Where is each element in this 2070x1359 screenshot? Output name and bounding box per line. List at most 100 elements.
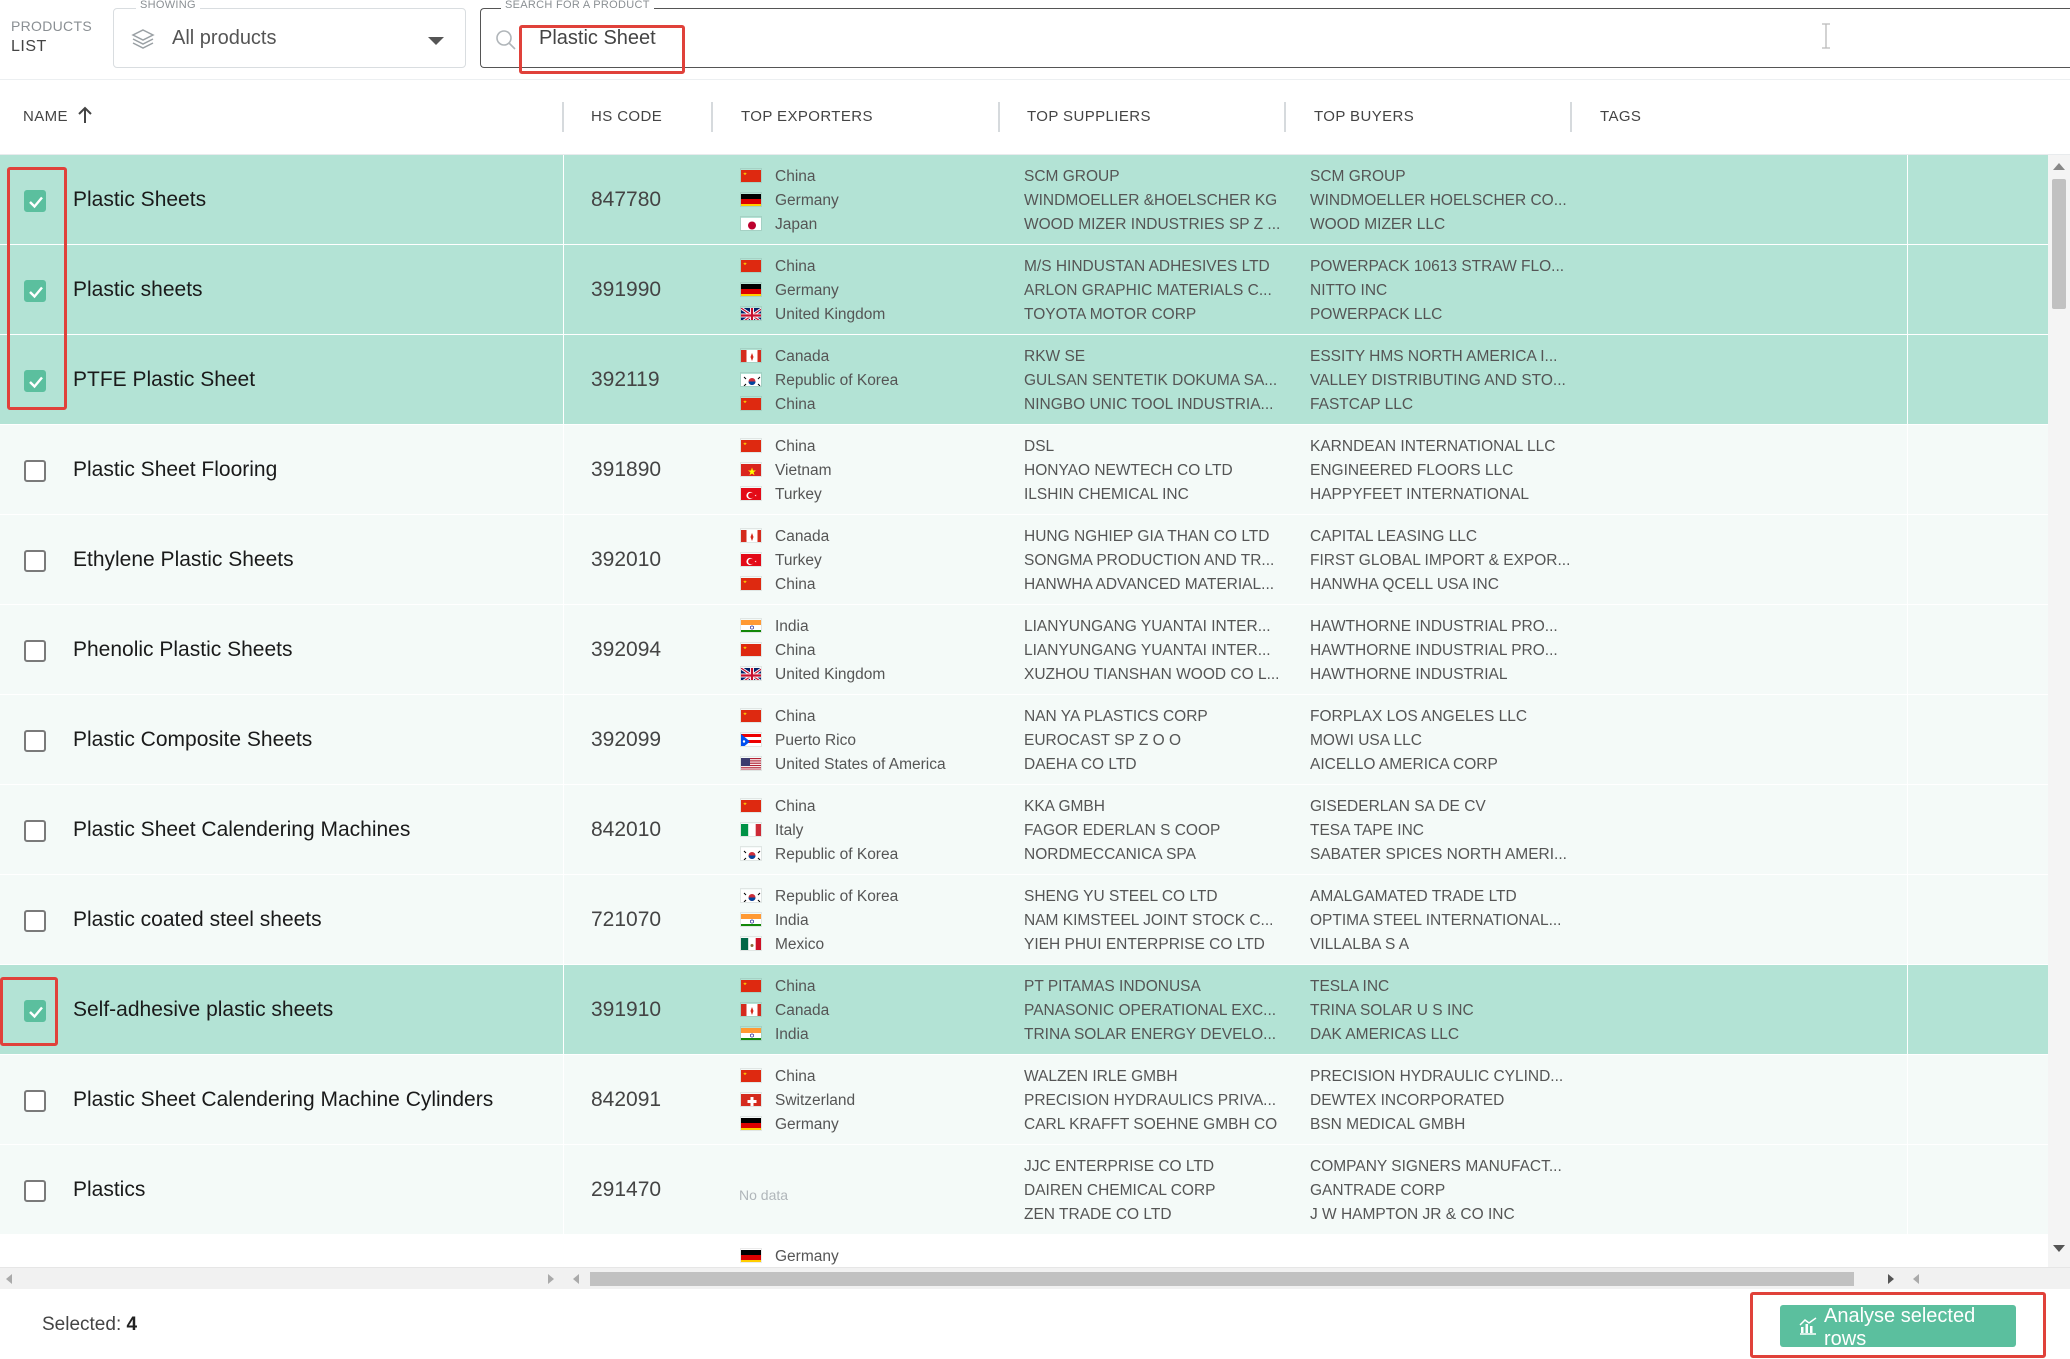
column-header-top-exporters[interactable]: TOP EXPORTERS (741, 108, 873, 125)
buyer-item[interactable]: FIRST GLOBAL IMPORT & EXPOR... (1288, 549, 1570, 573)
exporter-item[interactable]: United Kingdom (714, 663, 885, 687)
supplier-item[interactable]: TRINA SOLAR ENERGY DEVELO... (1002, 1023, 1276, 1047)
row-checkbox[interactable] (24, 1180, 46, 1202)
buyer-item[interactable]: HAWTHORNE INDUSTRIAL PRO... (1288, 639, 1558, 663)
buyer-item[interactable]: TESA TAPE INC (1288, 819, 1567, 843)
supplier-item[interactable]: SCM GROUP (1002, 165, 1280, 189)
buyer-item[interactable]: BSN MEDICAL GMBH (1288, 1113, 1563, 1137)
column-separator[interactable] (562, 102, 564, 132)
supplier-item[interactable]: NAN YA PLASTICS CORP (1002, 705, 1208, 729)
product-name[interactable]: PTFE Plastic Sheet (73, 368, 255, 392)
buyer-item[interactable]: HAPPYFEET INTERNATIONAL (1288, 483, 1555, 507)
scroll-left-icon[interactable] (6, 1274, 12, 1284)
showing-select[interactable]: SHOWING All products (113, 0, 466, 68)
analyse-selected-rows-button[interactable]: Analyse selected rows (1780, 1305, 2016, 1350)
exporter-item[interactable]: Germany (714, 1113, 855, 1137)
exporter-item[interactable]: China (714, 639, 885, 663)
table-row[interactable]: Plastic Sheet Calendering Machine Cylind… (0, 1055, 2048, 1145)
exporter-item[interactable]: Mexico (714, 933, 898, 957)
supplier-item[interactable]: NAM KIMSTEEL JOINT STOCK C... (1002, 909, 1273, 933)
exporter-item[interactable]: Switzerland (714, 1089, 855, 1113)
vertical-scrollbar[interactable] (2048, 155, 2070, 1267)
scroll-up-icon[interactable] (2053, 163, 2065, 170)
table-row[interactable]: Plastic Sheets 847780 China Germany Japan SCM… (0, 155, 2048, 245)
buyer-item[interactable]: DEWTEX INCORPORATED (1288, 1089, 1563, 1113)
supplier-item[interactable]: HANWHA ADVANCED MATERIAL... (1002, 573, 1274, 597)
supplier-item[interactable]: M/S HINDUSTAN ADHESIVES LTD (1002, 255, 1272, 279)
horizontal-scroll-thumb[interactable] (590, 1272, 1854, 1286)
exporter-item[interactable]: Italy (714, 819, 898, 843)
table-row[interactable]: Plastic Sheet Calendering Machines 842010… (0, 785, 2048, 875)
supplier-item[interactable]: YIEH PHUI ENTERPRISE CO LTD (1002, 933, 1273, 957)
column-separator[interactable] (998, 102, 1000, 132)
exporter-item[interactable]: Canada (714, 525, 829, 549)
buyer-item[interactable]: PRECISION HYDRAULIC CYLIND... (1288, 1065, 1563, 1089)
exporter-item[interactable]: Germany (714, 1245, 839, 1267)
supplier-item[interactable]: LIANYUNGANG YUANTAI INTER... (1002, 615, 1280, 639)
row-checkbox[interactable] (24, 550, 46, 572)
table-row[interactable]: Plastics 291470 No data JJC ENTERPRISE CO L… (0, 1145, 2048, 1235)
horizontal-scrollbar[interactable] (0, 1267, 2070, 1289)
product-name[interactable]: Plastic Sheet Calendering Machines (73, 818, 410, 842)
supplier-item[interactable]: ILSHIN CHEMICAL INC (1002, 483, 1233, 507)
buyer-item[interactable]: TRINA SOLAR U S INC (1288, 999, 1474, 1023)
exporter-item[interactable]: United States of America (714, 753, 946, 777)
row-checkbox[interactable] (24, 820, 46, 842)
supplier-item[interactable]: LIANYUNGANG YUANTAI INTER... (1002, 639, 1280, 663)
exporter-item[interactable]: China (714, 393, 898, 417)
buyer-item[interactable]: KARNDEAN INTERNATIONAL LLC (1288, 435, 1555, 459)
table-row[interactable]: Ethylene Plastic Sheets 392010 Canada Turke… (0, 515, 2048, 605)
exporter-item[interactable]: Germany (714, 279, 885, 303)
buyer-item[interactable]: POWERPACK LLC (1288, 303, 1564, 327)
exporter-item[interactable]: India (714, 615, 885, 639)
search-input[interactable] (539, 23, 1139, 53)
exporter-item[interactable]: China (714, 1065, 855, 1089)
buyer-item[interactable]: POWERPACK 10613 STRAW FLO... (1288, 255, 1564, 279)
supplier-item[interactable]: HUNG NGHIEP GIA THAN CO LTD (1002, 525, 1274, 549)
buyer-item[interactable]: COMPANY SIGNERS MANUFACT... (1288, 1155, 1562, 1179)
buyer-item[interactable]: VALLEY DISTRIBUTING AND STO... (1288, 369, 1566, 393)
supplier-item[interactable]: GULSAN SENTETIK DOKUMA SA... (1002, 369, 1277, 393)
exporter-item[interactable]: China (714, 165, 839, 189)
row-checkbox[interactable] (24, 640, 46, 662)
buyer-item[interactable]: NITTO INC (1288, 279, 1564, 303)
scroll-left-icon[interactable] (1913, 1274, 1919, 1284)
supplier-item[interactable]: PRECISION HYDRAULICS PRIVA... (1002, 1089, 1277, 1113)
exporter-item[interactable]: United Kingdom (714, 303, 885, 327)
scroll-right-icon[interactable] (548, 1274, 554, 1284)
supplier-item[interactable]: JJC ENTERPRISE CO LTD (1002, 1155, 1215, 1179)
product-name[interactable]: Plastic Sheet Flooring (73, 458, 277, 482)
product-name[interactable]: Ethylene Plastic Sheets (73, 548, 294, 572)
supplier-item[interactable]: WALZEN IRLE GMBH (1002, 1065, 1277, 1089)
buyer-item[interactable]: ESSITY HMS NORTH AMERICA I... (1288, 345, 1566, 369)
exporter-item[interactable]: India (714, 1023, 829, 1047)
buyer-item[interactable]: HAWTHORNE INDUSTRIAL PRO... (1288, 615, 1558, 639)
table-row[interactable]: Plastic Sheet Flooring 391890 China Vietnam… (0, 425, 2048, 515)
supplier-item[interactable]: DAEHA CO LTD (1002, 753, 1208, 777)
row-checkbox[interactable] (24, 910, 46, 932)
supplier-item[interactable]: KKA GMBH (1002, 795, 1220, 819)
buyer-item[interactable]: J W HAMPTON JR & CO INC (1288, 1203, 1562, 1227)
buyer-item[interactable]: AMALGAMATED TRADE LTD (1288, 885, 1562, 909)
row-checkbox[interactable] (24, 280, 46, 302)
table-row[interactable]: Plastic Composite Sheets 392099 China Puert… (0, 695, 2048, 785)
exporter-item[interactable]: China (714, 255, 885, 279)
vertical-scroll-thumb[interactable] (2052, 179, 2066, 309)
buyer-item[interactable]: AICELLO AMERICA CORP (1288, 753, 1527, 777)
supplier-item[interactable]: HONYAO NEWTECH CO LTD (1002, 459, 1233, 483)
exporter-item[interactable]: Vietnam (714, 459, 832, 483)
supplier-item[interactable]: FAGOR EDERLAN S COOP (1002, 819, 1220, 843)
supplier-item[interactable]: XUZHOU TIANSHAN WOOD CO L... (1002, 663, 1280, 687)
scroll-right-icon[interactable] (1888, 1274, 1894, 1284)
column-separator[interactable] (711, 102, 713, 132)
column-header-top-suppliers[interactable]: TOP SUPPLIERS (1027, 108, 1151, 125)
exporter-item[interactable]: China (714, 705, 946, 729)
search-field[interactable]: SEARCH FOR A PRODUCT (480, 0, 2070, 68)
supplier-item[interactable]: WOOD MIZER INDUSTRIES SP Z ... (1002, 213, 1280, 237)
buyer-item[interactable]: FORPLAX LOS ANGELES LLC (1288, 705, 1527, 729)
supplier-item[interactable]: SONGMA PRODUCTION AND TR... (1002, 549, 1274, 573)
product-name[interactable]: Plastic Sheets (73, 188, 206, 212)
exporter-item[interactable]: China (714, 795, 898, 819)
exporter-item[interactable]: China (714, 573, 829, 597)
buyer-item[interactable]: SABATER SPICES NORTH AMERI... (1288, 843, 1567, 867)
